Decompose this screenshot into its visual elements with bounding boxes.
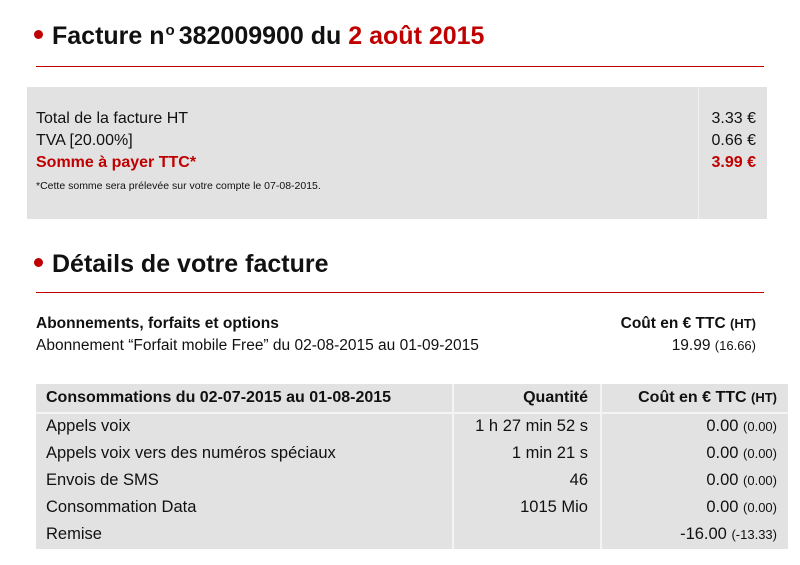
summary-label: TVA [20.00%] [36,132,133,149]
row-cost-ht: (0.00) [743,446,777,461]
subscriptions-header-label: Abonnements, forfaits et options [36,315,279,332]
row-label: Remise [46,525,102,543]
payment-note: *Cette somme sera prélevée sur votre com… [36,180,321,192]
subscriptions-header: Abonnements, forfaits et options Coût en… [36,315,756,333]
table-row: Appels voix vers des numéros spéciaux 1 … [36,440,788,467]
invoice-number: 382009900 du [178,22,342,50]
row-cost: 0.00 (0.00) [706,467,777,494]
details-title-text: Détails de votre facture [52,250,329,278]
consumption-header-cost: Coût en € TTC (HT) [638,384,777,411]
row-cost: 0.00 (0.00) [706,440,777,467]
row-cost-ttc: -16.00 [680,525,727,543]
invoice-title-prefix: Facture [52,22,143,50]
row-cost-ht: (-13.33) [731,527,777,542]
consumption-header-label: Consommations du 02-07-2015 au 01-08-201… [46,389,392,406]
summary-value: 0.66 € [711,132,756,149]
row-label: Appels voix [46,417,131,435]
consumption-table: Consommations du 02-07-2015 au 01-08-201… [36,384,788,549]
summary-value: 3.33 € [711,110,756,127]
details-title: Détails de votre facture [34,250,329,279]
summary-row-total-ht: Total de la facture HT 3.33 € [36,108,756,130]
table-row: Envois de SMS 46 0.00 (0.00) [36,467,788,494]
row-label: Appels voix vers des numéros spéciaux [46,444,336,462]
row-cost: 0.00 (0.00) [706,413,777,440]
row-cost-ht: (0.00) [743,419,777,434]
row-cost-ttc: 0.00 [706,444,739,462]
subscription-row: Abonnement “Forfait mobile Free” du 02-0… [36,337,756,355]
subscription-cost: 19.99 (16.66) [672,337,756,355]
number-sign-sup: o [165,22,175,39]
summary-row-tva: TVA [20.00%] 0.66 € [36,130,756,152]
summary-value: 3.99 € [711,154,756,171]
row-label: Envois de SMS [46,471,159,489]
table-row: Consommation Data 1015 Mio 0.00 (0.00) [36,494,788,521]
row-label: Consommation Data [46,498,197,516]
row-qty: 1 min 21 s [511,444,588,462]
subscriptions-header-cost: Coût en € TTC (HT) [621,315,756,333]
row-cost-ht: (0.00) [743,473,777,488]
row-cost-ttc: 0.00 [706,417,739,435]
table-row: Remise -16.00 (-13.33) [36,521,788,548]
summary-label: Somme à payer TTC* [36,154,197,171]
invoice-date: 2 août 2015 [348,22,485,50]
title-divider [36,66,764,67]
consumption-header-row: Consommations du 02-07-2015 au 01-08-201… [36,384,788,411]
summary-label: Total de la facture HT [36,110,189,127]
cost-ht-label: (HT) [751,390,777,405]
subscription-label: Abonnement “Forfait mobile Free” du 02-0… [36,337,479,354]
table-row: Appels voix 1 h 27 min 52 s 0.00 (0.00) [36,413,788,440]
cost-ttc-label: Coût en € TTC [638,389,747,406]
row-qty: 1 h 27 min 52 s [475,417,588,435]
cost-ttc-label: Coût en € TTC [620,315,726,332]
row-cost-ht: (0.00) [743,500,777,515]
details-divider [36,292,764,293]
row-cost-ttc: 0.00 [706,471,739,489]
row-cost: 0.00 (0.00) [706,494,777,521]
subscription-cost-ttc: 19.99 [671,337,711,354]
invoice-title: Facture no 382009900 du 2 août 2015 [34,22,484,51]
cost-ht-label: (HT) [730,316,756,331]
row-cost-ttc: 0.00 [706,498,739,516]
consumption-header-qty: Quantité [523,389,588,406]
row-cost: -16.00 (-13.33) [680,521,777,548]
bullet-icon [34,257,43,267]
row-qty: 1015 Mio [520,498,588,516]
summary-row-amount-due: Somme à payer TTC* 3.99 € [36,152,756,174]
bullet-icon [34,29,43,39]
invoice-summary-panel: Total de la facture HT 3.33 € TVA [20.00… [27,87,767,219]
subscription-cost-ht: (16.66) [714,338,756,353]
row-qty: 46 [569,471,588,489]
